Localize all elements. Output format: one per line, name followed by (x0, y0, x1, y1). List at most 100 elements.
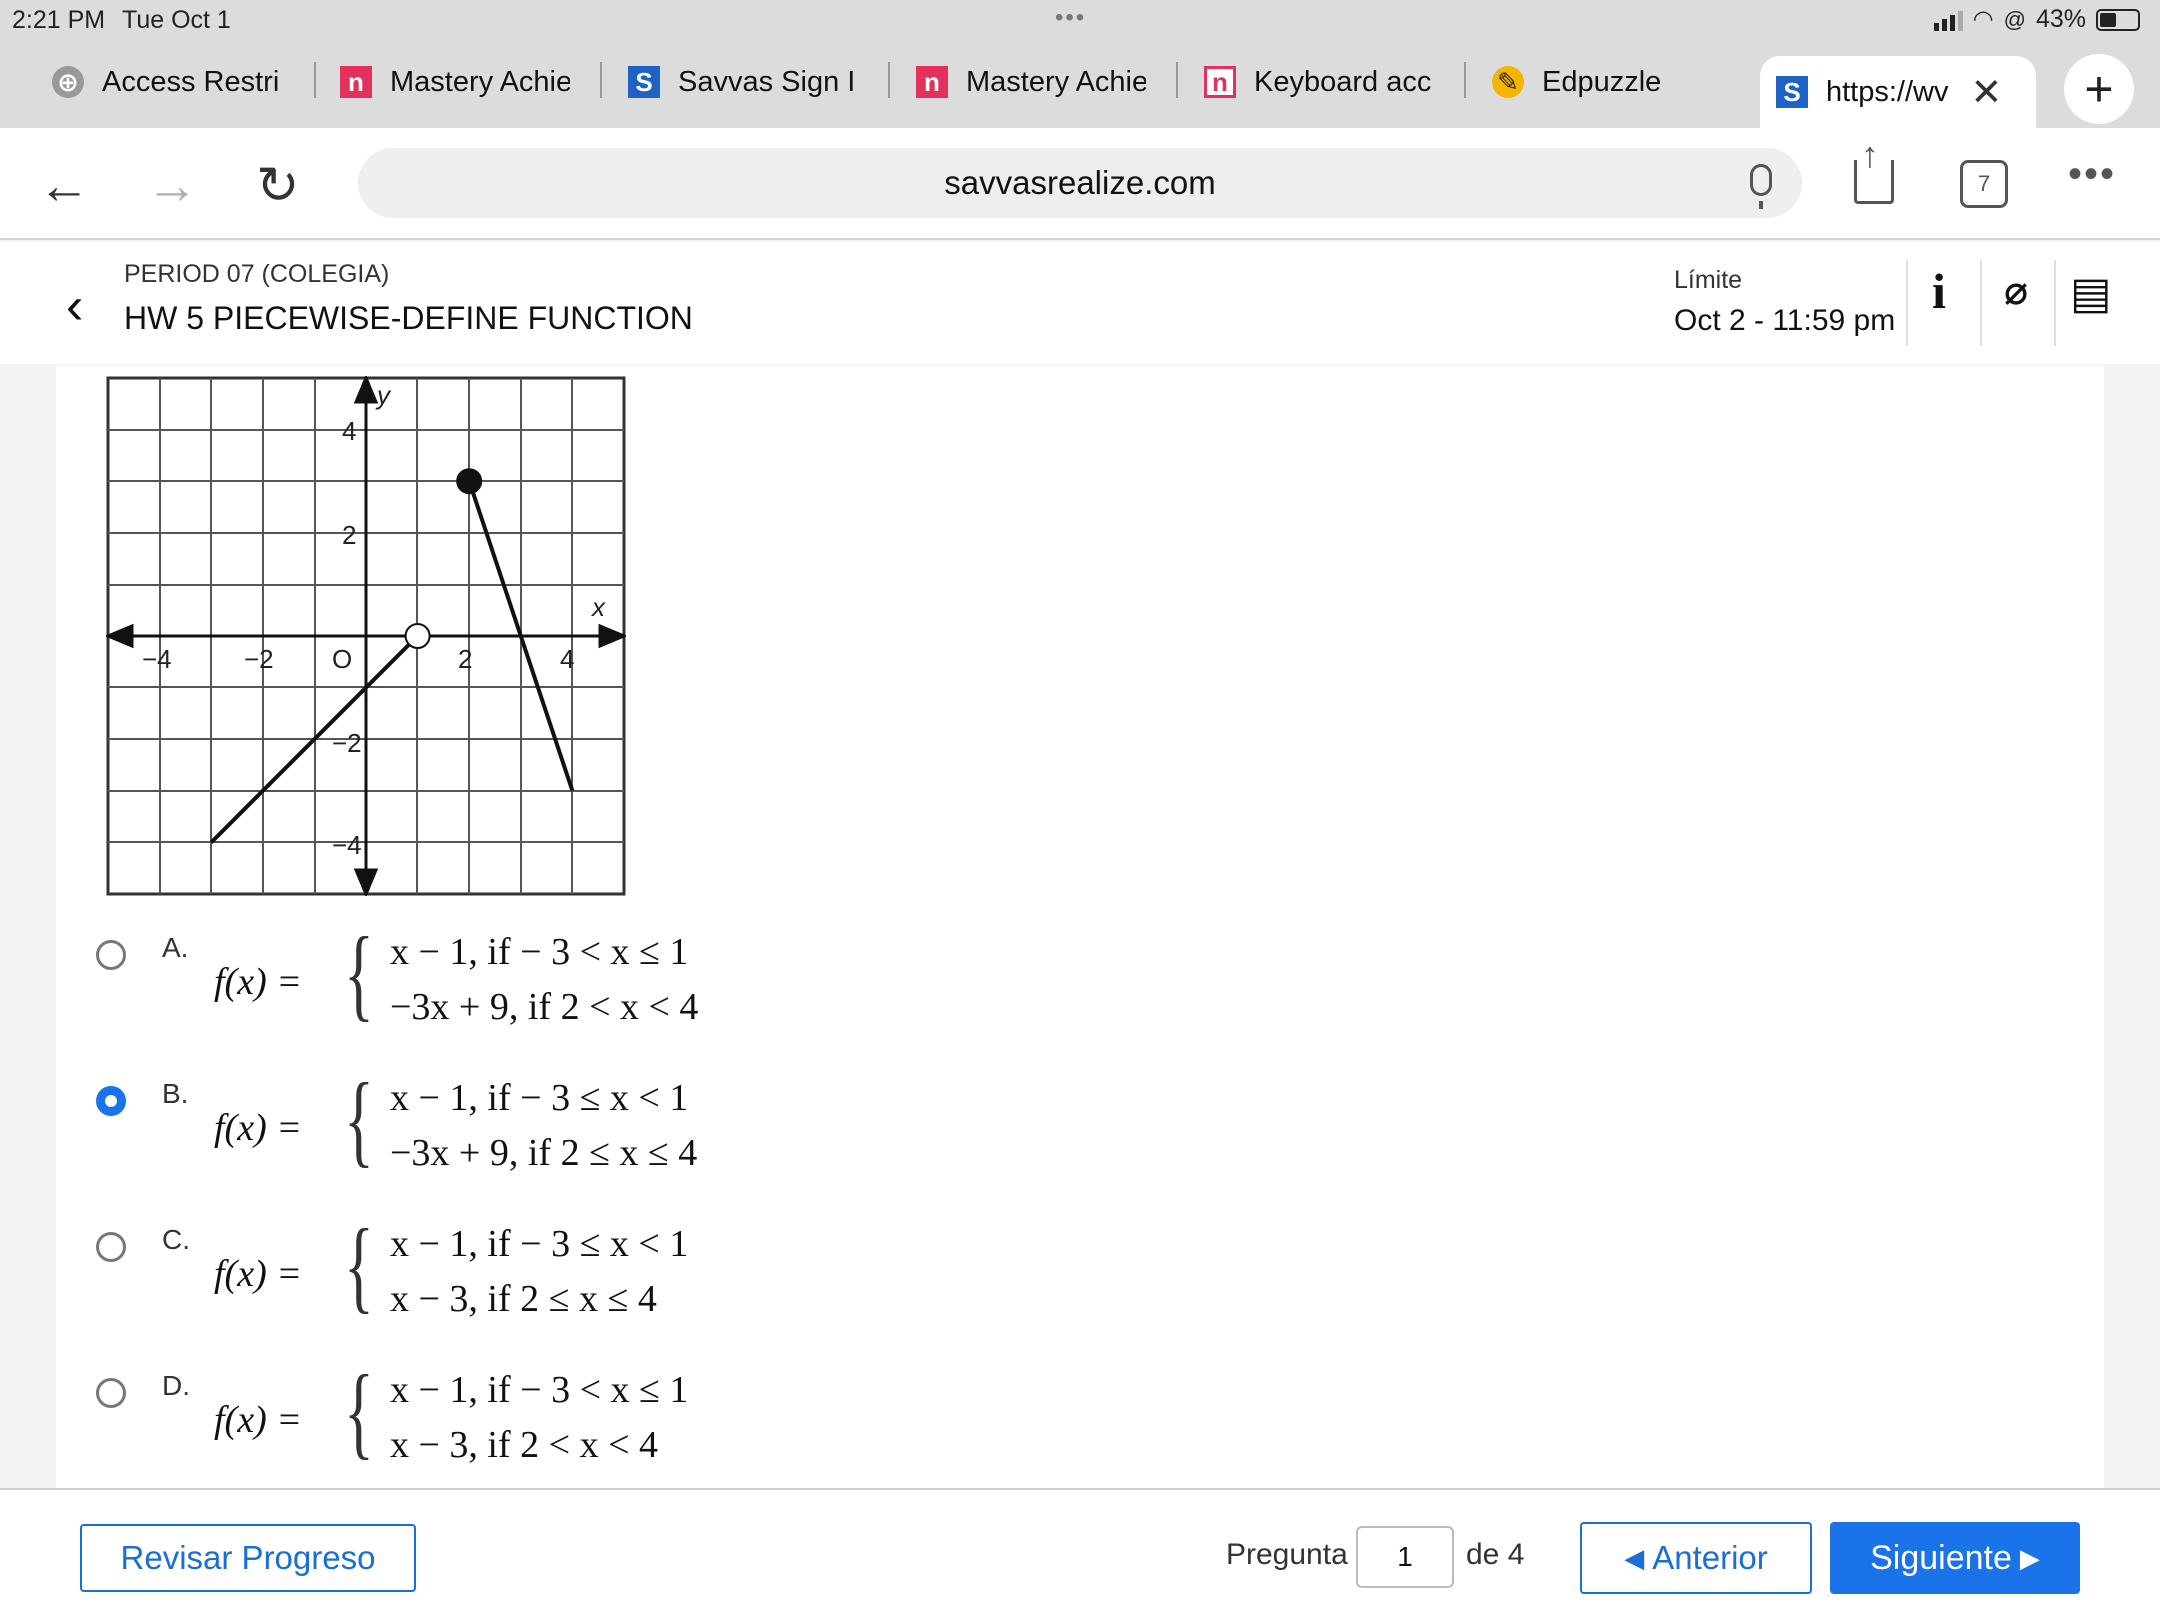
x-axis-label: x (590, 592, 606, 622)
cellular-signal-icon (1933, 9, 1963, 31)
battery-percent: 43% (2035, 5, 2086, 33)
wifi-icon: ◠ (1972, 6, 1994, 33)
more-options-icon[interactable]: ••• (2068, 152, 2116, 197)
savvas-icon: S (628, 66, 660, 98)
radio-button-c[interactable] (96, 1232, 126, 1262)
answer-option-a[interactable]: A. f(x) = { x − 1, if − 3 < x ≤ 1 −3x + … (96, 922, 896, 1046)
forward-arrow-icon[interactable]: → (146, 156, 198, 216)
tab-label: Savvas Sign I (678, 65, 856, 98)
next-button[interactable]: Siguiente ▶ (1830, 1522, 2080, 1594)
tab-bar: ⊕ Access Restri n Mastery Achie S Savvas… (0, 40, 2160, 128)
n-icon: n (340, 66, 372, 98)
tab-divider (1464, 62, 1466, 98)
question-number-input[interactable]: 1 (1356, 1526, 1454, 1588)
open-endpoint (404, 623, 431, 649)
share-icon[interactable] (1854, 134, 1894, 204)
class-period: PERIOD 07 (COLEGIA) (124, 260, 390, 288)
x-tick-label: −4 (142, 644, 172, 674)
due-date: Oct 2 - 11:59 pm (1674, 304, 1896, 337)
tab-divider (888, 62, 890, 98)
piecewise-graph: y x −4 −2 O 2 4 4 2 −2 −4 (106, 376, 626, 896)
question-label: Pregunta (1226, 1538, 1348, 1571)
answer-option-c[interactable]: C. f(x) = { x − 1, if − 3 ≤ x < 1 x − 3,… (96, 1214, 896, 1338)
multitask-dots-icon[interactable]: ••• (1055, 4, 1086, 32)
function-name: f(x) = (214, 1399, 302, 1441)
browser-toolbar: ← → ↻ savvasrealize.com 7 ••• (0, 128, 2160, 240)
status-date: Tue Oct 1 (122, 6, 231, 34)
y-tick-label: −2 (332, 728, 362, 758)
back-chevron-icon[interactable]: ‹ (66, 276, 83, 336)
tab-label: Edpuzzle (1542, 65, 1662, 98)
tab-edpuzzle[interactable]: ✎ Edpuzzle (1492, 54, 1661, 110)
battery-icon (2096, 8, 2140, 31)
case-2: −3x + 9, if 2 ≤ x ≤ 4 (390, 1132, 698, 1174)
y-tick-label: 2 (342, 520, 356, 550)
option-letter: B. (162, 1078, 189, 1109)
paperclip-icon[interactable]: ⌀ (2004, 268, 2028, 314)
assignment-title: HW 5 PIECEWISE-DEFINE FUNCTION (124, 300, 693, 336)
option-letter: C. (162, 1224, 190, 1255)
case-1: x − 1, if − 3 ≤ x < 1 (390, 1223, 689, 1265)
reload-icon[interactable]: ↻ (256, 156, 300, 216)
savvas-icon: S (1776, 76, 1808, 108)
y-tick-label: −4 (332, 830, 362, 860)
question-area: y x −4 −2 O 2 4 4 2 −2 −4 A. f(x) = { x … (56, 366, 2104, 1490)
tab-mastery-1[interactable]: n Mastery Achie (340, 54, 570, 110)
case-1: x − 1, if − 3 ≤ x < 1 (390, 1077, 689, 1119)
case-1: x − 1, if − 3 < x ≤ 1 (390, 931, 689, 973)
function-name: f(x) = (214, 1107, 302, 1149)
due-label: Límite (1674, 266, 1743, 294)
closed-endpoint (456, 468, 483, 495)
status-bar: 2:21 PM Tue Oct 1 ••• ◠ @ 43% (0, 0, 2160, 40)
answer-option-d[interactable]: D. f(x) = { x − 1, if − 3 < x ≤ 1 x − 3,… (96, 1360, 896, 1484)
edpuzzle-icon: ✎ (1492, 66, 1524, 98)
tab-access-restricted[interactable]: ⊕ Access Restri (52, 54, 279, 110)
option-letter: D. (162, 1370, 190, 1401)
tab-divider (1176, 62, 1178, 98)
review-progress-button[interactable]: Revisar Progreso (80, 1524, 416, 1592)
radio-button-d[interactable] (96, 1378, 126, 1408)
question-total: de 4 (1466, 1538, 1525, 1571)
navigation-footer: Revisar Progreso Pregunta 1 de 4 ◀ Anter… (0, 1488, 2160, 1620)
caret-left-icon: ◀ (1624, 1542, 1645, 1573)
x-tick-label: −2 (244, 644, 274, 674)
tab-label: Mastery Achie (966, 65, 1146, 98)
brace-icon: { (344, 916, 374, 1031)
previous-button[interactable]: ◀ Anterior (1580, 1522, 1812, 1594)
info-icon[interactable]: i (1932, 262, 1946, 320)
comment-icon[interactable]: ▤ (2070, 268, 2112, 319)
tab-divider (314, 62, 316, 98)
header-divider (2054, 260, 2056, 346)
function-name: f(x) = (214, 1253, 302, 1295)
close-tab-icon[interactable]: ✕ (1971, 70, 2003, 115)
answer-option-b[interactable]: B. f(x) = { x − 1, if − 3 ≤ x < 1 −3x + … (96, 1068, 896, 1192)
x-tick-label: O (332, 644, 352, 674)
x-tick-label: 2 (458, 644, 472, 674)
header-divider (1906, 260, 1908, 346)
tab-label: Keyboard acc (1254, 65, 1432, 98)
new-tab-button[interactable]: + (2064, 54, 2134, 124)
globe-icon: ⊕ (52, 66, 84, 98)
tab-savvas-sign-in[interactable]: S Savvas Sign I (628, 54, 855, 110)
caret-right-icon: ▶ (2019, 1542, 2040, 1573)
next-label: Siguiente (1870, 1538, 2012, 1577)
tab-keyboard[interactable]: n Keyboard acc (1204, 54, 1431, 110)
function-name: f(x) = (214, 961, 302, 1003)
radio-button-b[interactable] (96, 1086, 126, 1116)
radio-button-a[interactable] (96, 940, 126, 970)
tab-count-button[interactable]: 7 (1960, 160, 2008, 208)
address-bar[interactable]: savvasrealize.com (358, 148, 1802, 218)
case-2: −3x + 9, if 2 < x < 4 (390, 986, 699, 1028)
orientation-lock-icon: @ (2003, 6, 2026, 32)
tab-label: Mastery Achie (390, 65, 570, 98)
option-letter: A. (162, 932, 189, 963)
header-divider (1980, 260, 1982, 346)
tab-label: Access Restri (102, 65, 280, 98)
tab-mastery-2[interactable]: n Mastery Achie (916, 54, 1146, 110)
x-tick-label: 4 (560, 644, 574, 674)
back-arrow-icon[interactable]: ← (38, 156, 90, 216)
tab-active-savvas[interactable]: S https://wv ✕ (1760, 56, 2036, 128)
microphone-icon[interactable] (1750, 164, 1772, 209)
url-text: savvasrealize.com (944, 164, 1216, 201)
status-time: 2:21 PM (12, 6, 106, 34)
